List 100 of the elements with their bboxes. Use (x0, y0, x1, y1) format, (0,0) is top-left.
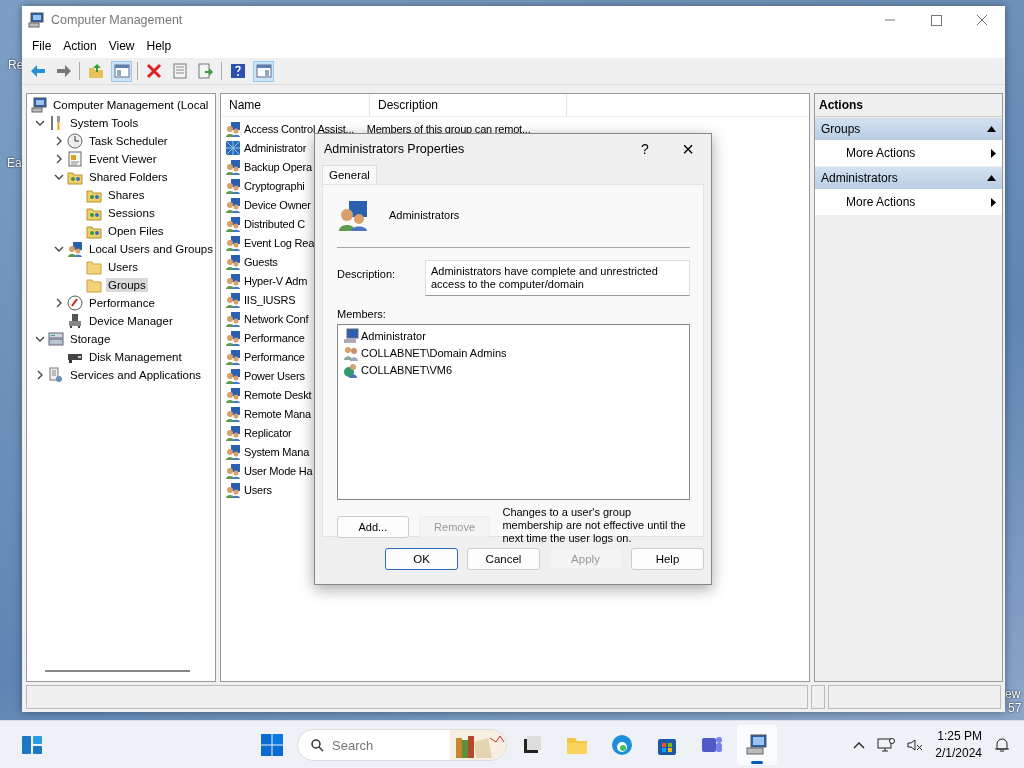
help-button[interactable]: ? (625, 140, 665, 158)
expand-chevron-icon[interactable] (35, 370, 45, 380)
clock-time[interactable]: 1:25 PM (937, 728, 982, 745)
search-bar[interactable]: Search (297, 729, 507, 761)
computer-user-icon (343, 361, 359, 378)
collapse-triangle-icon[interactable] (987, 126, 996, 132)
column-header[interactable]: Description (370, 94, 567, 116)
group-name[interactable]: Event Log Rea (244, 236, 315, 249)
action-section-header[interactable]: Groups (815, 118, 1002, 140)
tree-item[interactable]: Device Manager (87, 314, 175, 328)
taskbar-app-button[interactable] (737, 725, 777, 765)
group-name[interactable]: Replicator (244, 426, 292, 439)
tab[interactable]: General (322, 165, 377, 184)
tree-item[interactable]: Open Files (106, 224, 166, 238)
computer-icon (745, 733, 769, 757)
member-item[interactable]: COLLABNET\VM6 (361, 363, 453, 376)
close-button[interactable]: × (665, 138, 711, 160)
tree-item[interactable]: Performance (87, 296, 157, 310)
collapse-chevron-icon[interactable] (54, 172, 64, 182)
dialog-button[interactable]: OK (385, 548, 458, 570)
group-name[interactable]: User Mode Ha (244, 464, 313, 477)
collapse-chevron-icon[interactable] (35, 118, 45, 128)
submenu-triangle-icon (991, 148, 996, 158)
clock-date[interactable]: 2/1/2024 (935, 745, 982, 762)
toolbar-button[interactable] (253, 60, 274, 82)
field-label: Members: (337, 308, 387, 320)
search-input[interactable]: Search (330, 736, 444, 754)
members-list[interactable]: Administrator COLLABNET\Domain Admins COLLABNET\VM6 (337, 324, 690, 500)
group-name[interactable]: Users (244, 483, 272, 496)
tree-item[interactable]: Local Users and Groups (87, 242, 215, 256)
group-name[interactable]: Power Users (244, 369, 305, 382)
tree-item[interactable]: Event Viewer (87, 152, 159, 166)
group-name[interactable]: IIS_IUSRS (244, 293, 296, 306)
submenu-triangle-icon (991, 197, 996, 207)
expand-chevron-icon[interactable] (54, 154, 64, 164)
collapse-chevron-icon[interactable] (54, 244, 64, 254)
group-name[interactable]: Network Conf (244, 312, 309, 325)
dialog-button[interactable]: Help (631, 548, 704, 570)
network-icon[interactable] (877, 737, 896, 753)
notification-bell-icon[interactable] (994, 737, 1010, 753)
search-icon (310, 738, 324, 752)
tree-item[interactable]: Shares (106, 188, 147, 202)
folder-icon (86, 277, 102, 293)
group-name[interactable]: Access Control Assist... (244, 122, 355, 135)
scrollbar[interactable] (45, 670, 190, 672)
widgets-icon[interactable] (20, 733, 44, 757)
tree-item[interactable]: Disk Management (87, 350, 184, 364)
toolbar-button[interactable] (195, 60, 216, 82)
tree-pane-icon (113, 63, 130, 79)
tree-item[interactable]: System Tools (68, 116, 141, 130)
action-section-header[interactable]: Administrators (815, 167, 1002, 189)
tree-item[interactable]: Services and Applications (68, 368, 204, 382)
start-icon[interactable] (260, 733, 284, 757)
action-item[interactable]: More Actions (815, 140, 1002, 166)
group-name[interactable]: Distributed C (244, 217, 305, 230)
tree-item[interactable]: Computer Management (Local (51, 98, 211, 112)
chevron-up-icon[interactable] (853, 741, 866, 749)
toolbar-button[interactable] (111, 60, 132, 82)
help-icon (229, 63, 246, 79)
group-name[interactable]: Administrator (244, 141, 307, 154)
group-name[interactable]: Backup Opera (244, 160, 312, 173)
device-icon (67, 313, 83, 329)
group-name[interactable]: Remote Mana (244, 407, 311, 420)
member-item[interactable]: COLLABNET\Domain Admins (361, 346, 507, 359)
delete-icon (145, 63, 162, 79)
group-name[interactable]: Hyper-V Adm (244, 274, 308, 287)
tree-item[interactable]: Users (106, 260, 141, 274)
collapse-chevron-icon[interactable] (35, 334, 45, 344)
export-icon (197, 63, 214, 79)
group-name[interactable]: Guests (244, 255, 278, 268)
group-name[interactable]: Performance (244, 350, 305, 363)
column-header[interactable]: Name (221, 94, 370, 116)
group-name[interactable]: Performance (244, 331, 305, 344)
tree-item[interactable]: Groups (106, 278, 148, 292)
muted-speaker-icon[interactable] (907, 737, 924, 753)
action-item[interactable]: More Actions (815, 189, 1002, 215)
clock-icon (67, 133, 83, 149)
group-name[interactable]: Device Owner (244, 198, 311, 211)
tree-item[interactable]: Task Scheduler (87, 134, 170, 148)
menu-item[interactable]: Help (140, 37, 178, 55)
menu-item[interactable]: Action (57, 37, 103, 55)
tree-item[interactable]: Shared Folders (87, 170, 170, 184)
dialog-button[interactable]: Cancel (467, 548, 540, 570)
group-name[interactable]: System Mana (244, 445, 310, 458)
collapse-triangle-icon[interactable] (987, 175, 996, 181)
menu-item[interactable]: View (102, 37, 141, 55)
tree-item[interactable]: Storage (68, 332, 113, 346)
expand-chevron-icon[interactable] (54, 298, 64, 308)
expand-chevron-icon[interactable] (54, 136, 64, 146)
dialog-title: Administrators Properties (324, 142, 465, 156)
menu-item[interactable]: File (26, 37, 58, 55)
group-name[interactable]: Remote Deskt (244, 388, 312, 401)
description-field[interactable]: Administrators have complete and unrestricted access to the computer/domain (425, 260, 690, 296)
folder-up-icon (87, 63, 104, 79)
member-button[interactable]: Add... (337, 516, 409, 538)
tree-item[interactable]: Sessions (106, 206, 157, 220)
member-item[interactable]: Administrator (361, 329, 426, 342)
group-name[interactable]: Cryptographi (244, 179, 305, 192)
shared-folder-icon (86, 223, 102, 239)
users-icon (337, 199, 369, 231)
